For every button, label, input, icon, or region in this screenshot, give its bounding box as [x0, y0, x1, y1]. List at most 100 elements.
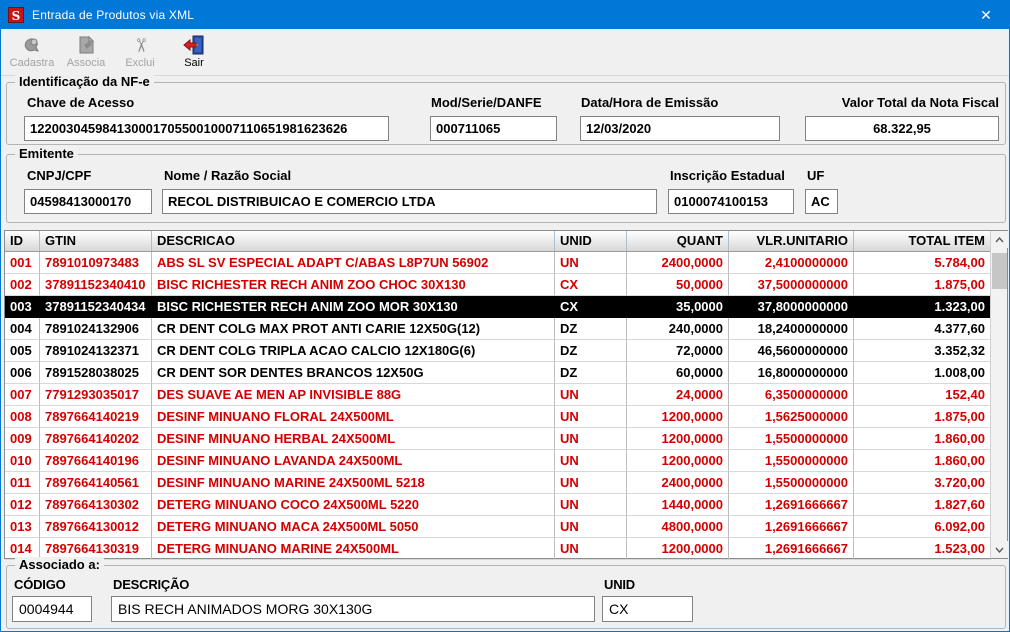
app-window: S Entrada de Produtos via XML ✕ Cadastra	[0, 0, 1010, 632]
groupbox-nfe: Identificação da NF-e Chave de Acesso 12…	[6, 82, 1006, 145]
table-row[interactable]: 0067891528038025CR DENT SOR DENTES BRANC…	[5, 362, 1007, 384]
grid-cell-quant: 2400,0000	[627, 472, 729, 494]
scrollbar-up-button[interactable]	[991, 231, 1008, 248]
table-row[interactable]: 0047891024132906CR DENT COLG MAX PROT AN…	[5, 318, 1007, 340]
grid-cell-id: 009	[5, 428, 40, 450]
grid-cell-vlr: 2,4100000000	[729, 252, 854, 274]
table-row[interactable]: 0137897664130012DETERG MINUANO MACA 24X5…	[5, 516, 1007, 538]
grid-cell-total: 3.352,32	[854, 340, 991, 362]
unid-field[interactable]: CX	[602, 596, 693, 622]
grid-cell-quant: 50,0000	[627, 274, 729, 296]
grid-cell-id: 005	[5, 340, 40, 362]
grid-cell-id: 006	[5, 362, 40, 384]
grid-cell-vlr: 18,2400000000	[729, 318, 854, 340]
grid-cell-desc: CR DENT COLG MAX PROT ANTI CARIE 12X50G(…	[152, 318, 555, 340]
groupbox-associado: Associado a: CÓDIGO 0004944 DESCRIÇÃO BI…	[6, 565, 1006, 629]
grid-cell-vlr: 1,2691666667	[729, 516, 854, 538]
column-header-total[interactable]: TOTAL ITEM	[854, 231, 991, 251]
grid-cell-id: 002	[5, 274, 40, 296]
exclui-button[interactable]: ✂ Exclui	[113, 33, 167, 74]
grid-cell-unid: UN	[555, 472, 627, 494]
grid-cell-quant: 1200,0000	[627, 428, 729, 450]
table-row[interactable]: 0127897664130302DETERG MINUANO COCO 24X5…	[5, 494, 1007, 516]
valor-field[interactable]: 68.322,95	[805, 116, 999, 141]
products-grid: IDGTINDESCRICAOUNIDQUANTVLR.UNITARIOTOTA…	[4, 230, 1008, 559]
scrollbar-thumb[interactable]	[992, 253, 1007, 289]
table-row[interactable]: 00337891152340434BISC RICHESTER RECH ANI…	[5, 296, 1007, 318]
scissors-icon: ✂	[132, 33, 148, 57]
grid-cell-gtin: 7891024132371	[40, 340, 152, 362]
grid-cell-quant: 72,0000	[627, 340, 729, 362]
table-row[interactable]: 0147897664130319DETERG MINUANO MARINE 24…	[5, 538, 1007, 560]
chave-field[interactable]: 1220030459841300017055001000711065198162…	[24, 116, 389, 141]
table-row[interactable]: 0107897664140196DESINF MINUANO LAVANDA 2…	[5, 450, 1007, 472]
grid-cell-id: 007	[5, 384, 40, 406]
table-row[interactable]: 00237891152340410BISC RICHESTER RECH ANI…	[5, 274, 1007, 296]
grid-cell-desc: BISC RICHESTER RECH ANIM ZOO MOR 30X130	[152, 296, 555, 318]
grid-cell-unid: CX	[555, 274, 627, 296]
table-row[interactable]: 0017891010973483ABS SL SV ESPECIAL ADAPT…	[5, 252, 1007, 274]
data-field[interactable]: 12/03/2020	[580, 116, 780, 141]
table-row[interactable]: 0077791293035017DES SUAVE AE MEN AP INVI…	[5, 384, 1007, 406]
cnpj-label: CNPJ/CPF	[27, 168, 91, 183]
grid-cell-gtin: 7897664140561	[40, 472, 152, 494]
grid-cell-vlr: 1,2691666667	[729, 494, 854, 516]
grid-cell-desc: BISC RICHESTER RECH ANIM ZOO CHOC 30X130	[152, 274, 555, 296]
window-title: Entrada de Produtos via XML	[32, 8, 194, 22]
scrollbar-down-button[interactable]	[991, 541, 1008, 558]
grid-cell-total: 152,40	[854, 384, 991, 406]
sair-button[interactable]: Sair	[167, 33, 221, 74]
column-header-vlr[interactable]: VLR.UNITARIO	[729, 231, 854, 251]
table-row[interactable]: 0087897664140219DESINF MINUANO FLORAL 24…	[5, 406, 1007, 428]
grid-cell-gtin: 7897664140219	[40, 406, 152, 428]
ie-field[interactable]: 0100074100153	[668, 189, 794, 214]
column-header-gtin[interactable]: GTIN	[40, 231, 152, 251]
associa-button[interactable]: Associa	[59, 33, 113, 74]
sair-label: Sair	[184, 57, 204, 69]
grid-cell-desc: ABS SL SV ESPECIAL ADAPT C/ABAS L8P7UN 5…	[152, 252, 555, 274]
codigo-field[interactable]: 0004944	[12, 596, 92, 622]
grid-cell-unid: UN	[555, 516, 627, 538]
grid-cell-gtin: 7897664140196	[40, 450, 152, 472]
associa-label: Associa	[67, 57, 106, 69]
grid-cell-quant: 35,0000	[627, 296, 729, 318]
grid-cell-quant: 1200,0000	[627, 538, 729, 560]
register-icon	[20, 33, 44, 57]
table-row[interactable]: 0117897664140561DESINF MINUANO MARINE 24…	[5, 472, 1007, 494]
table-row[interactable]: 0057891024132371CR DENT COLG TRIPLA ACAO…	[5, 340, 1007, 362]
valor-label: Valor Total da Nota Fiscal	[842, 95, 999, 110]
grid-cell-unid: DZ	[555, 340, 627, 362]
grid-cell-total: 1.860,00	[854, 450, 991, 472]
grid-cell-unid: CX	[555, 296, 627, 318]
grid-cell-gtin: 7897664130012	[40, 516, 152, 538]
nome-field[interactable]: RECOL DISTRIBUICAO E COMERCIO LTDA	[162, 189, 657, 214]
descricao-field[interactable]: BIS RECH ANIMADOS MORG 30X130G	[111, 596, 595, 622]
column-header-desc[interactable]: DESCRICAO	[152, 231, 555, 251]
column-header-id[interactable]: ID	[5, 231, 40, 251]
grid-cell-unid: DZ	[555, 318, 627, 340]
column-header-quant[interactable]: QUANT	[627, 231, 729, 251]
mod-field[interactable]: 000711065	[430, 116, 557, 141]
grid-cell-vlr: 46,5600000000	[729, 340, 854, 362]
cadastra-button[interactable]: Cadastra	[5, 33, 59, 74]
uf-field[interactable]: AC	[805, 189, 838, 214]
nome-label: Nome / Razão Social	[164, 168, 291, 183]
cadastra-label: Cadastra	[10, 57, 55, 69]
grid-body: 0017891010973483ABS SL SV ESPECIAL ADAPT…	[5, 252, 1007, 560]
toolbar: Cadastra Associa ✂ Exclui	[1, 29, 1009, 76]
grid-cell-total: 5.784,00	[854, 252, 991, 274]
grid-vscrollbar[interactable]	[990, 231, 1007, 558]
grid-cell-quant: 1200,0000	[627, 406, 729, 428]
grid-cell-unid: UN	[555, 406, 627, 428]
grid-cell-quant: 240,0000	[627, 318, 729, 340]
grid-cell-quant: 24,0000	[627, 384, 729, 406]
grid-cell-vlr: 37,8000000000	[729, 296, 854, 318]
grid-cell-gtin: 7891024132906	[40, 318, 152, 340]
unid-label: UNID	[604, 577, 635, 592]
grid-cell-quant: 1440,0000	[627, 494, 729, 516]
close-button[interactable]: ✕	[963, 1, 1009, 29]
grid-cell-gtin: 7891010973483	[40, 252, 152, 274]
column-header-unid[interactable]: UNID	[555, 231, 627, 251]
table-row[interactable]: 0097897664140202DESINF MINUANO HERBAL 24…	[5, 428, 1007, 450]
cnpj-field[interactable]: 04598413000170	[24, 189, 152, 214]
